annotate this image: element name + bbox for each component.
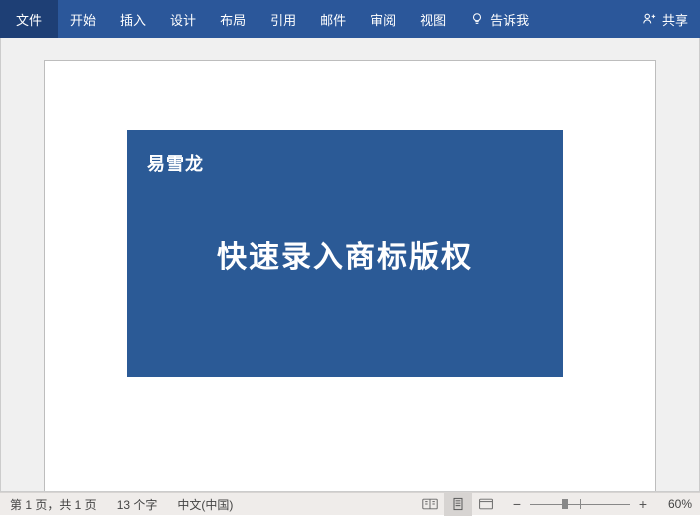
tellme-button[interactable]: 告诉我	[458, 0, 541, 38]
zoom-slider-center-tick	[580, 499, 581, 509]
read-mode-icon	[422, 497, 438, 511]
share-button[interactable]: 共享	[630, 0, 700, 38]
zoom-slider[interactable]	[530, 496, 630, 512]
tab-file[interactable]: 文件	[0, 0, 58, 38]
tab-layout[interactable]: 布局	[208, 0, 258, 38]
language-indicator[interactable]: 中文(中国)	[167, 496, 243, 513]
share-person-icon	[642, 12, 656, 26]
zoom-out-button[interactable]: −	[510, 496, 524, 512]
share-label: 共享	[662, 10, 688, 29]
page-indicator[interactable]: 第 1 页，共 1 页	[0, 496, 107, 513]
tab-references[interactable]: 引用	[258, 0, 308, 38]
page: 易雪龙 快速录入商标版权	[44, 60, 656, 492]
view-print-layout-button[interactable]	[444, 493, 472, 516]
tab-design[interactable]: 设计	[158, 0, 208, 38]
slide-box: 易雪龙 快速录入商标版权	[127, 130, 563, 377]
status-bar: 第 1 页，共 1 页 13 个字 中文(中国) − + 60%	[0, 492, 700, 515]
lightbulb-icon	[470, 12, 484, 26]
ribbon: 文件 开始 插入 设计 布局 引用 邮件 审阅 视图 告诉我 共享	[0, 0, 700, 38]
zoom-in-button[interactable]: +	[636, 496, 650, 512]
tellme-label: 告诉我	[490, 10, 529, 29]
tab-mailings[interactable]: 邮件	[308, 0, 358, 38]
ribbon-spacer	[541, 0, 630, 38]
zoom-percentage[interactable]: 60%	[660, 497, 700, 511]
tab-review[interactable]: 审阅	[358, 0, 408, 38]
view-read-mode-button[interactable]	[416, 493, 444, 516]
print-layout-icon	[450, 497, 466, 511]
headline-text: 快速录入商标版权	[127, 130, 563, 377]
word-count[interactable]: 13 个字	[107, 496, 168, 513]
tab-view[interactable]: 视图	[408, 0, 458, 38]
web-layout-icon	[478, 497, 494, 511]
zoom-control: − +	[500, 496, 660, 512]
document-area[interactable]: 易雪龙 快速录入商标版权	[0, 38, 700, 492]
tab-insert[interactable]: 插入	[108, 0, 158, 38]
view-web-layout-button[interactable]	[472, 493, 500, 516]
tab-home[interactable]: 开始	[58, 0, 108, 38]
zoom-slider-thumb[interactable]	[562, 499, 568, 509]
